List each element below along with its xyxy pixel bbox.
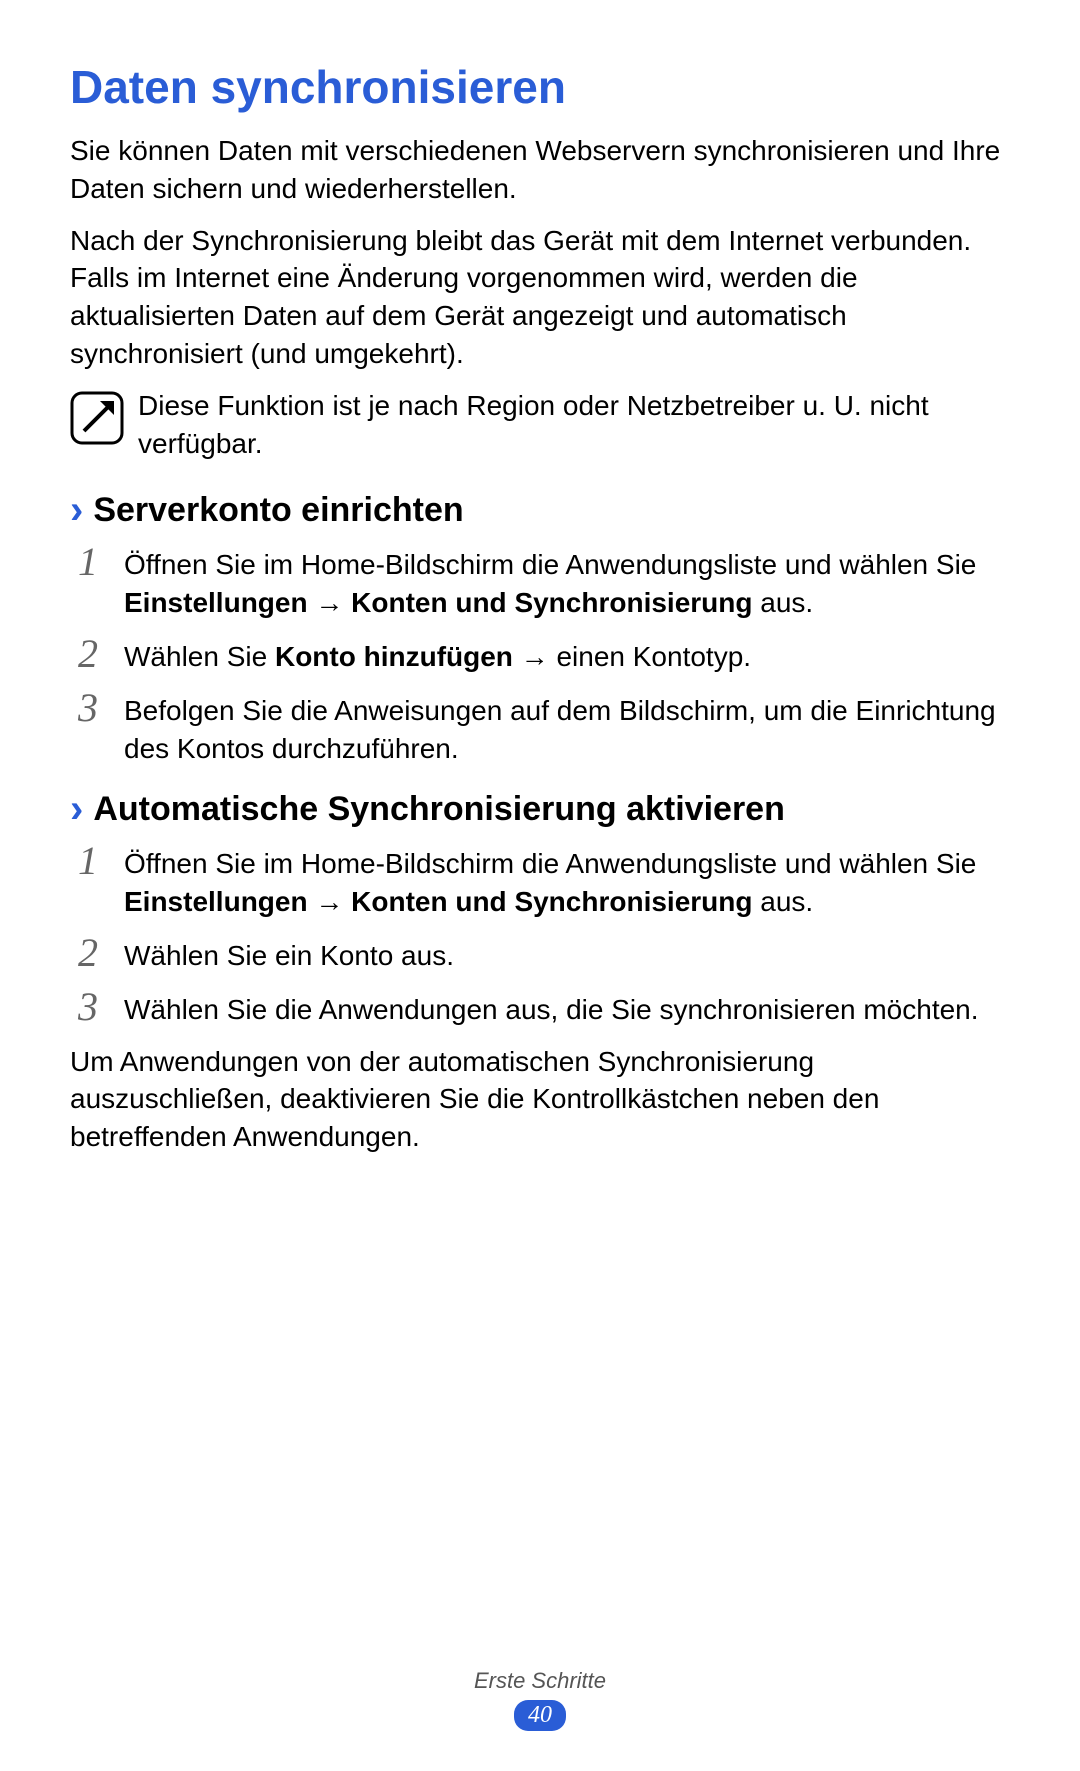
page-content: Daten synchronisieren Sie können Daten m… <box>0 0 1080 1156</box>
chevron-right-icon: › <box>70 789 83 829</box>
section1-steps: 1 Öffnen Sie im Home-Bildschirm die Anwe… <box>70 540 1010 767</box>
step-number: 2 <box>70 931 106 973</box>
chevron-right-icon: › <box>70 490 83 530</box>
note-icon <box>70 391 124 445</box>
list-item: 2 Wählen Sie Konto hinzufügen → einen Ko… <box>70 632 1010 676</box>
step-number: 3 <box>70 686 106 728</box>
section2-title: Automatische Synchronisierung aktivieren <box>93 790 785 829</box>
step-text: Wählen Sie Konto hinzufügen → einen Kont… <box>124 632 751 676</box>
step-number: 3 <box>70 985 106 1027</box>
step-text: Öffnen Sie im Home-Bildschirm die Anwend… <box>124 540 1010 622</box>
list-item: 3 Wählen Sie die Anwendungen aus, die Si… <box>70 985 1010 1029</box>
list-item: 1 Öffnen Sie im Home-Bildschirm die Anwe… <box>70 540 1010 622</box>
step-number: 1 <box>70 540 106 582</box>
section2-steps: 1 Öffnen Sie im Home-Bildschirm die Anwe… <box>70 839 1010 1028</box>
footer-section-label: Erste Schritte <box>0 1668 1080 1694</box>
section1-title: Serverkonto einrichten <box>93 491 463 530</box>
step-text: Öffnen Sie im Home-Bildschirm die Anwend… <box>124 839 1010 921</box>
page-title: Daten synchronisieren <box>70 60 1010 114</box>
intro-paragraph-2: Nach der Synchronisierung bleibt das Ger… <box>70 222 1010 373</box>
intro-paragraph-1: Sie können Daten mit verschiedenen Webse… <box>70 132 1010 208</box>
step-text: Wählen Sie die Anwendungen aus, die Sie … <box>124 985 979 1029</box>
step-number: 1 <box>70 839 106 881</box>
list-item: 3 Befolgen Sie die Anweisungen auf dem B… <box>70 686 1010 768</box>
step-number: 2 <box>70 632 106 674</box>
note-text: Diese Funktion ist je nach Region oder N… <box>138 387 1010 463</box>
step-text: Wählen Sie ein Konto aus. <box>124 931 454 975</box>
step-text: Befolgen Sie die Anweisungen auf dem Bil… <box>124 686 1010 768</box>
closing-paragraph: Um Anwendungen von der automatischen Syn… <box>70 1043 1010 1156</box>
page-number-badge: 40 <box>514 1700 566 1731</box>
page-footer: Erste Schritte 40 <box>0 1668 1080 1731</box>
list-item: 2 Wählen Sie ein Konto aus. <box>70 931 1010 975</box>
list-item: 1 Öffnen Sie im Home-Bildschirm die Anwe… <box>70 839 1010 921</box>
section2-heading: › Automatische Synchronisierung aktivier… <box>70 789 1010 829</box>
note-block: Diese Funktion ist je nach Region oder N… <box>70 387 1010 463</box>
section1-heading: › Serverkonto einrichten <box>70 490 1010 530</box>
